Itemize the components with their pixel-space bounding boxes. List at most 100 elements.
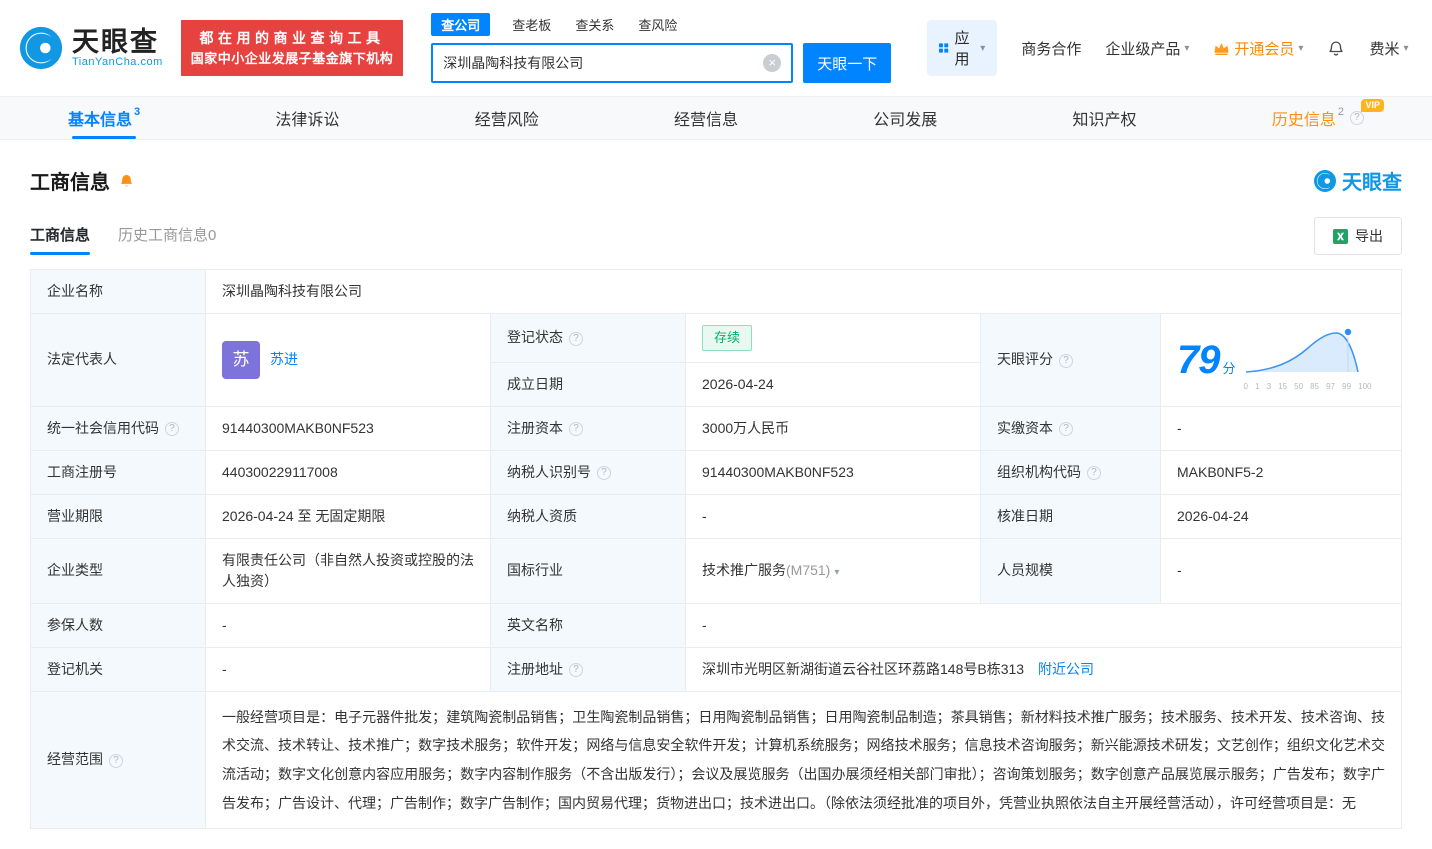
company-name-value: 深圳晶陶科技有限公司 [206, 270, 1402, 314]
chevron-down-icon[interactable]: ▾ [834, 567, 839, 578]
table-row: 工商注册号 440300229117008 纳税人识别号? 91440300MA… [31, 450, 1402, 494]
subtab-history-business-info[interactable]: 历史工商信息0 [118, 224, 216, 255]
tab-operation-label: 经营信息 [674, 106, 738, 130]
subtab-business-info[interactable]: 工商信息 [30, 224, 90, 255]
org-code-value: MAKB0NF5-2 [1161, 450, 1402, 494]
tianyancha-logo-icon [18, 25, 64, 71]
score-curve-chart [1244, 326, 1372, 374]
reg-authority-label: 登记机关 [31, 647, 206, 691]
nearby-companies-link[interactable]: 附近公司 [1038, 661, 1094, 677]
paid-capital-label: 实缴资本? [981, 406, 1161, 450]
help-icon[interactable]: ? [1059, 354, 1073, 368]
tab-ip-label: 知识产权 [1073, 106, 1137, 130]
brand-name: 天眼查 [72, 28, 163, 56]
help-icon[interactable]: ? [569, 663, 583, 677]
tab-basic-info-label: 基本信息 [68, 106, 132, 130]
nav-user-menu[interactable]: 费米 ▾ [1369, 38, 1408, 59]
help-icon[interactable]: ? [569, 332, 583, 346]
caret-down-icon: ▾ [1403, 43, 1408, 54]
staff-size-value: - [1161, 538, 1402, 603]
table-row: 参保人数 - 英文名称 - [31, 603, 1402, 647]
help-icon[interactable]: ? [109, 754, 123, 768]
vip-badge: VIP [1361, 99, 1384, 112]
excel-icon [1333, 229, 1348, 244]
tab-company-development[interactable]: 公司发展 [867, 97, 943, 139]
tab-basic-info[interactable]: 基本信息 3 [62, 97, 146, 139]
org-code-label: 组织机构代码? [981, 450, 1161, 494]
tab-development-label: 公司发展 [873, 106, 937, 130]
section-title: 工商信息 [30, 166, 110, 195]
legal-rep-label: 法定代表人 [31, 314, 206, 407]
tab-intellectual-property[interactable]: 知识产权 [1067, 97, 1143, 139]
nav-open-vip[interactable]: 开通会员 ▾ [1213, 38, 1303, 59]
credit-code-value: 91440300MAKB0NF523 [206, 406, 491, 450]
legal-rep-avatar[interactable]: 苏 [222, 341, 260, 379]
nav-vip-label: 开通会员 [1234, 38, 1294, 59]
search-button[interactable]: 天眼一下 [803, 43, 891, 83]
tab-history-info[interactable]: VIP 历史信息 2 ? [1266, 97, 1370, 139]
score-value[interactable]: 79分 0131550859799100 [1161, 314, 1402, 407]
english-name-label: 英文名称 [491, 603, 686, 647]
score-label: 天眼评分? [981, 314, 1161, 407]
legal-rep-name-link[interactable]: 苏进 [270, 349, 298, 370]
english-name-value: - [686, 603, 1402, 647]
page-tabs: 基本信息 3 法律诉讼 经营风险 经营信息 公司发展 知识产权 VIP 历史信息… [0, 96, 1432, 140]
address-label: 注册地址? [491, 647, 686, 691]
help-icon[interactable]: ? [1087, 466, 1101, 480]
tianyancha-watermark: 天眼查 [1313, 166, 1402, 195]
search-tab-boss[interactable]: 查老板 [510, 13, 553, 36]
apps-menu[interactable]: 应用 ▾ [927, 20, 997, 76]
table-row: 统一社会信用代码? 91440300MAKB0NF523 注册资本? 3000万… [31, 406, 1402, 450]
table-row: 法定代表人 苏 苏进 登记状态? 存续 天眼评分? [31, 314, 1402, 363]
nav-enterprise-label: 企业级产品 [1105, 38, 1180, 59]
score-number: 79 [1177, 338, 1220, 382]
approval-date-label: 核准日期 [981, 494, 1161, 538]
apps-label: 应用 [955, 27, 975, 69]
caret-down-icon: ▾ [980, 43, 985, 54]
top-header: 天眼查 TianYanCha.com 都在用的商业查询工具 国家中小企业发展子基… [0, 0, 1432, 96]
main-content: 工商信息 天眼查 工商信息 历史工商信息0 [0, 166, 1432, 849]
search-tab-risk[interactable]: 查风险 [636, 13, 679, 36]
address-value: 深圳市光明区新湖街道云谷社区环荔路148号B栋313 附近公司 [686, 647, 1402, 691]
tianyancha-logo[interactable]: 天眼查 TianYanCha.com [18, 25, 163, 71]
reg-status-value: 存续 [686, 314, 981, 363]
insured-count-value: - [206, 603, 491, 647]
notification-bell-icon[interactable] [1327, 39, 1345, 58]
top-nav: 应用 ▾ 商务合作 企业级产品 ▾ 开通会员 ▾ [927, 20, 1416, 76]
promo-line2: 国家中小企业发展子基金旗下机构 [191, 49, 394, 69]
export-button[interactable]: 导出 [1314, 217, 1402, 255]
staff-size-label: 人员规模 [981, 538, 1161, 603]
business-term-label: 营业期限 [31, 494, 206, 538]
search-tab-relation[interactable]: 查关系 [573, 13, 616, 36]
help-icon[interactable]: ? [165, 422, 179, 436]
company-type-value: 有限责任公司（非自然人投资或控股的法人独资） [206, 538, 491, 603]
subtabs: 工商信息 历史工商信息0 [30, 224, 216, 255]
score-chart-axis: 0131550859799100 [1244, 381, 1372, 393]
taxpayer-quality-label: 纳税人资质 [491, 494, 686, 538]
help-icon[interactable]: ? [597, 466, 611, 480]
status-badge: 存续 [702, 325, 752, 351]
help-icon[interactable]: ? [569, 422, 583, 436]
reg-capital-label: 注册资本? [491, 406, 686, 450]
approval-date-value: 2026-04-24 [1161, 494, 1402, 538]
tab-operating-risk[interactable]: 经营风险 [469, 97, 545, 139]
reg-number-value: 440300229117008 [206, 450, 491, 494]
tab-history-count: 2 [1338, 106, 1344, 118]
company-name-label: 企业名称 [31, 270, 206, 314]
crown-icon [1213, 41, 1230, 56]
industry-value: 技术推广服务(M751)▾ [686, 538, 981, 603]
search-input[interactable] [443, 55, 763, 71]
tab-operating-info[interactable]: 经营信息 [668, 97, 744, 139]
clear-search-icon[interactable]: × [763, 54, 781, 72]
help-icon[interactable]: ? [1059, 422, 1073, 436]
industry-code: (M751) [786, 562, 830, 578]
monitor-bell-icon[interactable] [118, 172, 135, 190]
nav-business-cooperation[interactable]: 商务合作 [1021, 38, 1081, 59]
help-icon[interactable]: ? [1350, 111, 1364, 125]
paid-capital-value: - [1161, 406, 1402, 450]
legal-rep-value: 苏 苏进 [206, 314, 491, 407]
nav-enterprise-products[interactable]: 企业级产品 ▾ [1105, 38, 1189, 59]
search-tab-company[interactable]: 查公司 [431, 13, 490, 36]
score-unit: 分 [1223, 361, 1236, 376]
tab-legal-proceedings[interactable]: 法律诉讼 [269, 97, 345, 139]
